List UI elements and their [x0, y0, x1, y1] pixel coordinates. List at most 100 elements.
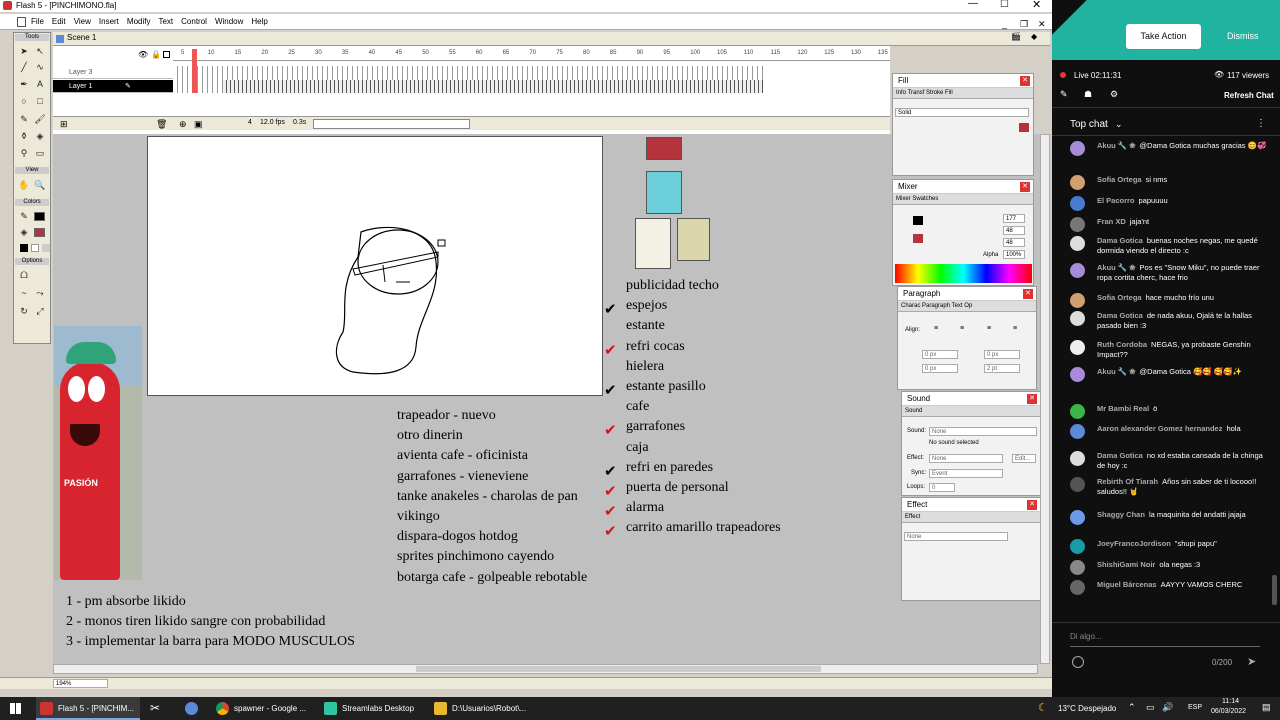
align-right-icon[interactable]: ≡: [987, 325, 991, 332]
chat-message[interactable]: Dama Gotica no xd estaba cansada de la ch…: [1060, 451, 1272, 471]
avatar[interactable]: [1070, 539, 1085, 554]
alpha-field[interactable]: 100%: [1003, 250, 1025, 259]
menu-item-control[interactable]: Control: [181, 14, 207, 30]
eraser-tool-icon[interactable]: ▭: [33, 147, 47, 160]
chat-message[interactable]: El Pacorro papuuuu: [1060, 196, 1272, 211]
avatar[interactable]: [1070, 293, 1085, 308]
close-icon[interactable]: ✕: [1027, 500, 1037, 510]
chat-author[interactable]: Sofia Ortega: [1097, 175, 1142, 184]
avatar[interactable]: [1070, 340, 1085, 355]
chat-author[interactable]: Akuu 🔧 ❀: [1097, 367, 1136, 376]
chat-author[interactable]: Dama Gotica: [1097, 451, 1143, 460]
close-icon[interactable]: ✕: [1023, 289, 1033, 299]
clock-time[interactable]: 11:14: [1222, 698, 1239, 705]
menu-item-file[interactable]: File: [31, 14, 44, 30]
chat-author[interactable]: Mr Bambi Real: [1097, 404, 1149, 413]
chat-message[interactable]: Rebirth Of Tiarah Años sin saber de ti lo…: [1060, 477, 1272, 497]
lasso-tool-icon[interactable]: ∿: [33, 61, 47, 74]
take-action-button[interactable]: Take Action: [1126, 24, 1201, 49]
menu-item-edit[interactable]: Edit: [52, 14, 66, 30]
oval-tool-icon[interactable]: ○: [17, 95, 31, 108]
zoom-select[interactable]: 194%: [53, 679, 108, 688]
hand-tool-icon[interactable]: ✋: [17, 179, 31, 192]
chat-message[interactable]: Akuu 🔧 ❀ Pos es "Snow Miku", no puede tra…: [1060, 263, 1272, 283]
chat-author[interactable]: Aaron alexander Gomez hernandez: [1097, 424, 1222, 433]
red-field[interactable]: 177: [1003, 214, 1025, 223]
align-left-icon[interactable]: ≡: [934, 325, 938, 332]
chat-message[interactable]: Shaggy Chan la maquinita del andatti jaja…: [1060, 510, 1272, 525]
fill-color-swatch[interactable]: [34, 228, 45, 237]
network-icon[interactable]: ▭: [1146, 702, 1155, 713]
vertical-scrollbar[interactable]: [1040, 134, 1050, 664]
playhead[interactable]: [192, 49, 197, 93]
stage-canvas[interactable]: [147, 136, 603, 396]
edit-scene-icon[interactable]: 🎬: [1011, 32, 1021, 41]
scale-option-icon[interactable]: ⤢: [33, 305, 47, 318]
chat-message[interactable]: Sofia Ortega hace mucho frío unu: [1060, 293, 1272, 308]
chat-author[interactable]: Sofia Ortega: [1097, 293, 1142, 302]
smooth-option-icon[interactable]: ~: [17, 287, 31, 300]
brush-tool-icon[interactable]: 🖌: [33, 113, 47, 126]
avatar[interactable]: [1070, 477, 1085, 492]
avatar[interactable]: [1070, 510, 1085, 525]
fill-type-select[interactable]: Solid: [895, 108, 1029, 117]
chat-author[interactable]: Fran XD: [1097, 217, 1126, 226]
pencil-tool-icon[interactable]: ✎: [17, 113, 31, 126]
gear-icon[interactable]: ⚙: [1110, 89, 1118, 100]
paragraph-panel-tabs[interactable]: Charac Paragraph Text Op: [898, 301, 1036, 312]
eye-icon[interactable]: 👁: [138, 50, 148, 59]
more-options-icon[interactable]: ⋮: [1256, 118, 1266, 129]
color-spectrum[interactable]: [895, 264, 1032, 283]
avatar[interactable]: [1070, 560, 1085, 575]
doc-minimize-button[interactable]: _: [1002, 16, 1007, 32]
close-icon[interactable]: ✕: [1020, 76, 1030, 86]
blue-field[interactable]: 48: [1003, 238, 1025, 247]
maximize-button[interactable]: ☐: [1000, 0, 1009, 10]
chat-message[interactable]: Mr Bambi Real ö: [1060, 404, 1272, 419]
avatar[interactable]: [1070, 311, 1085, 326]
fill-swatch[interactable]: [913, 234, 923, 243]
chat-author[interactable]: Rebirth Of Tiarah: [1097, 477, 1158, 486]
magnet-option-icon[interactable]: ᗝ: [17, 269, 31, 282]
dropper-tool-icon[interactable]: ⚲: [17, 147, 31, 160]
language-indicator[interactable]: ESP: [1188, 704, 1202, 711]
avatar[interactable]: [1070, 451, 1085, 466]
chat-message[interactable]: Dama Gotica buenas noches negas, me quedé…: [1060, 236, 1272, 256]
people-icon[interactable]: ☗: [1084, 89, 1092, 100]
swap-colors-icon[interactable]: [42, 244, 50, 252]
layer-row-selected[interactable]: Layer 1 ✎: [53, 80, 173, 93]
volume-icon[interactable]: 🔊: [1162, 702, 1173, 713]
avatar[interactable]: [1070, 196, 1085, 211]
line-spacing-field[interactable]: 2 pt: [984, 364, 1020, 373]
edit-button[interactable]: Edit...: [1012, 454, 1036, 463]
character-drawing[interactable]: [148, 137, 604, 397]
weather-text[interactable]: 13°C Despejado: [1058, 704, 1116, 713]
notification-icon[interactable]: ▤: [1262, 702, 1271, 713]
justify-icon[interactable]: ≡: [1013, 325, 1017, 332]
taskbar-item-chrome[interactable]: spawner - Google ...: [212, 697, 312, 720]
chat-author[interactable]: ShishiGami Noir: [1097, 560, 1155, 569]
sync-select[interactable]: Event: [929, 469, 1003, 478]
avatar[interactable]: [1070, 141, 1085, 156]
avatar[interactable]: [1070, 367, 1085, 382]
menu-item-modify[interactable]: Modify: [127, 14, 151, 30]
menu-item-window[interactable]: Window: [215, 14, 243, 30]
ink-bottle-icon[interactable]: ⚱: [17, 130, 31, 143]
mixer-panel-tabs[interactable]: Mixer Swatches: [893, 194, 1033, 205]
center-frame-icon[interactable]: ⊕: [179, 119, 187, 130]
timeline-scrollbar[interactable]: [313, 119, 470, 129]
stroke-color-swatch[interactable]: [34, 212, 45, 221]
chat-message[interactable]: JoeyFrancoJordison "shupi papu": [1060, 539, 1272, 554]
rotate-option-icon[interactable]: ↻: [17, 305, 31, 318]
doc-restore-button[interactable]: ❐: [1020, 16, 1028, 32]
arrow-tool-icon[interactable]: ➤: [17, 45, 31, 58]
windows-start-icon[interactable]: [10, 703, 21, 714]
chat-author[interactable]: Akuu 🔧 ❀: [1097, 263, 1136, 272]
add-layer-icon[interactable]: ⊞: [60, 119, 68, 130]
taskbar-item-flash[interactable]: Flash 5 - [PINCHIM...: [36, 697, 140, 720]
layer-row[interactable]: Layer 3: [53, 66, 173, 79]
emoji-icon[interactable]: [1072, 656, 1084, 668]
stroke-swatch[interactable]: [913, 216, 923, 225]
doc-close-button[interactable]: ✕: [1038, 16, 1046, 32]
chat-message[interactable]: Dama Gotica de nada akuu, Ojalá te la hal…: [1060, 311, 1272, 331]
